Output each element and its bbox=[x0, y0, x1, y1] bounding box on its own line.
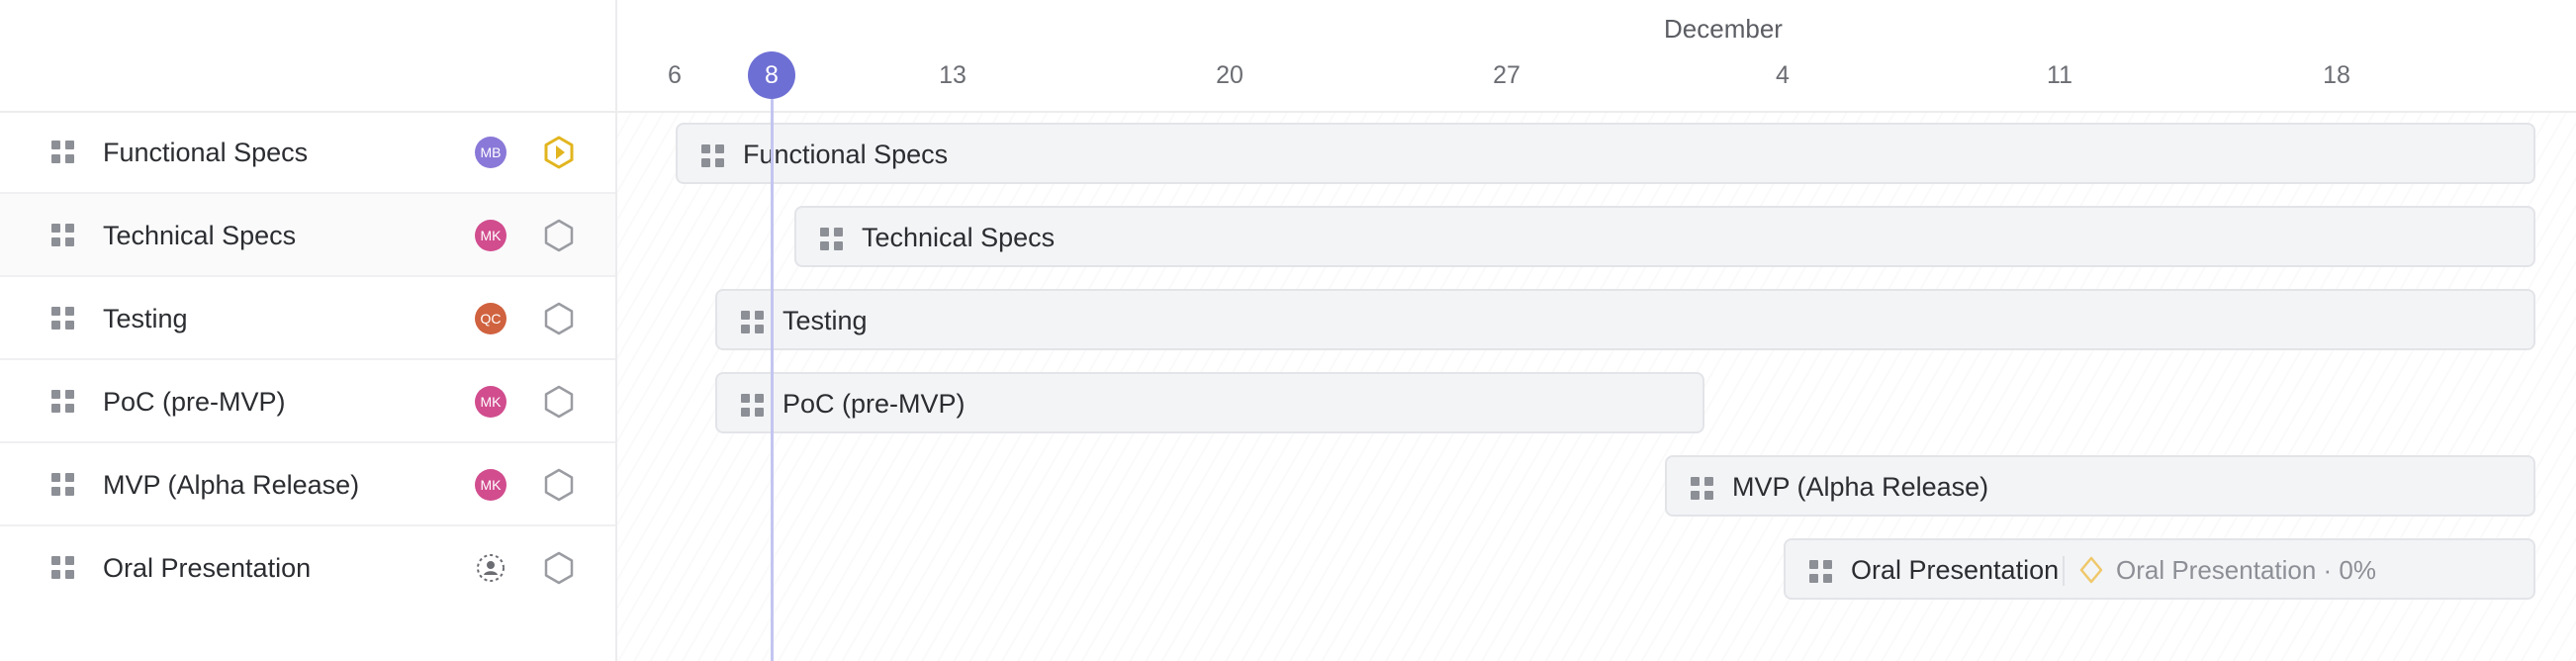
today-line bbox=[771, 99, 774, 661]
drag-handle-icon[interactable] bbox=[701, 144, 725, 168]
status-todo-icon[interactable] bbox=[542, 467, 576, 503]
task-row[interactable]: PoC (pre-MVP) MK bbox=[0, 360, 615, 443]
milestone-diamond-icon bbox=[2079, 556, 2103, 584]
task-list-panel: Functional Specs MB Technical Specs MK T… bbox=[0, 0, 617, 661]
task-bar[interactable]: Oral Presentation Oral Presentation · 0% bbox=[1784, 538, 2535, 600]
day-label: 4 bbox=[1776, 61, 1790, 89]
assignee-avatar[interactable]: MK bbox=[475, 386, 506, 418]
day-label: 20 bbox=[1216, 61, 1243, 89]
status-todo-icon[interactable] bbox=[542, 550, 576, 586]
task-bar-label: Testing bbox=[782, 306, 868, 335]
month-label: December bbox=[1664, 14, 1783, 44]
task-name[interactable]: Testing bbox=[103, 299, 188, 338]
day-label: 13 bbox=[939, 61, 966, 89]
day-label: 27 bbox=[1493, 61, 1520, 89]
drag-handle-icon[interactable] bbox=[51, 390, 75, 414]
milestone-label: Oral Presentation · 0% bbox=[2116, 554, 2377, 585]
drag-handle-icon[interactable] bbox=[51, 224, 75, 247]
day-label: 6 bbox=[668, 61, 682, 89]
task-name[interactable]: PoC (pre-MVP) bbox=[103, 382, 286, 422]
task-bar[interactable]: Functional Specs bbox=[676, 123, 2535, 184]
drag-handle-icon[interactable] bbox=[51, 307, 75, 330]
task-row[interactable]: Technical Specs MK bbox=[0, 194, 615, 277]
today-marker: 8 bbox=[748, 51, 795, 99]
assignee-avatar[interactable]: MB bbox=[475, 137, 506, 168]
task-row[interactable]: MVP (Alpha Release) MK bbox=[0, 443, 615, 526]
unassigned-icon[interactable] bbox=[475, 552, 506, 584]
task-bar-label: MVP (Alpha Release) bbox=[1732, 472, 1989, 502]
task-bar[interactable]: Testing bbox=[715, 289, 2535, 350]
task-bar-label: PoC (pre-MVP) bbox=[782, 389, 966, 419]
status-todo-icon[interactable] bbox=[542, 301, 576, 336]
drag-handle-icon[interactable] bbox=[1691, 477, 1714, 501]
assignee-avatar[interactable]: MK bbox=[475, 220, 506, 251]
assignee-avatar[interactable]: MK bbox=[475, 469, 506, 501]
drag-handle-icon[interactable] bbox=[741, 394, 765, 418]
task-bar[interactable]: PoC (pre-MVP) bbox=[715, 372, 1704, 433]
task-list-header bbox=[0, 0, 615, 113]
day-label: 18 bbox=[2323, 61, 2350, 89]
task-name[interactable]: MVP (Alpha Release) bbox=[103, 465, 359, 505]
gantt-timeline[interactable]: December 6 13 20 27 4 11 18 8 Functional… bbox=[617, 0, 2576, 661]
status-todo-icon[interactable] bbox=[542, 384, 576, 420]
drag-handle-icon[interactable] bbox=[1809, 560, 1833, 584]
drag-handle-icon[interactable] bbox=[820, 228, 844, 251]
drag-handle-icon[interactable] bbox=[741, 311, 765, 334]
status-todo-icon[interactable] bbox=[542, 218, 576, 253]
status-in-progress-icon[interactable] bbox=[542, 135, 576, 170]
drag-handle-icon[interactable] bbox=[51, 556, 75, 580]
drag-handle-icon[interactable] bbox=[51, 141, 75, 164]
task-bar[interactable]: Technical Specs bbox=[794, 206, 2535, 267]
task-row[interactable]: Testing QC bbox=[0, 277, 615, 360]
task-row[interactable]: Oral Presentation bbox=[0, 526, 615, 610]
task-row[interactable]: Functional Specs MB bbox=[0, 111, 615, 194]
divider bbox=[2063, 556, 2065, 586]
task-bar-label: Functional Specs bbox=[743, 140, 949, 169]
day-label: 11 bbox=[2047, 61, 2072, 89]
timeline-header: December 6 13 20 27 4 11 18 8 bbox=[617, 0, 2576, 113]
task-name[interactable]: Functional Specs bbox=[103, 133, 308, 172]
task-bar[interactable]: MVP (Alpha Release) bbox=[1665, 455, 2535, 517]
task-bar-label: Oral Presentation bbox=[1851, 555, 2060, 585]
task-name[interactable]: Oral Presentation bbox=[103, 548, 311, 588]
milestone[interactable]: Oral Presentation · 0% bbox=[2078, 550, 2376, 590]
assignee-avatar[interactable]: QC bbox=[475, 303, 506, 334]
drag-handle-icon[interactable] bbox=[51, 473, 75, 497]
task-bar-label: Technical Specs bbox=[862, 223, 1056, 252]
task-name[interactable]: Technical Specs bbox=[103, 216, 296, 255]
